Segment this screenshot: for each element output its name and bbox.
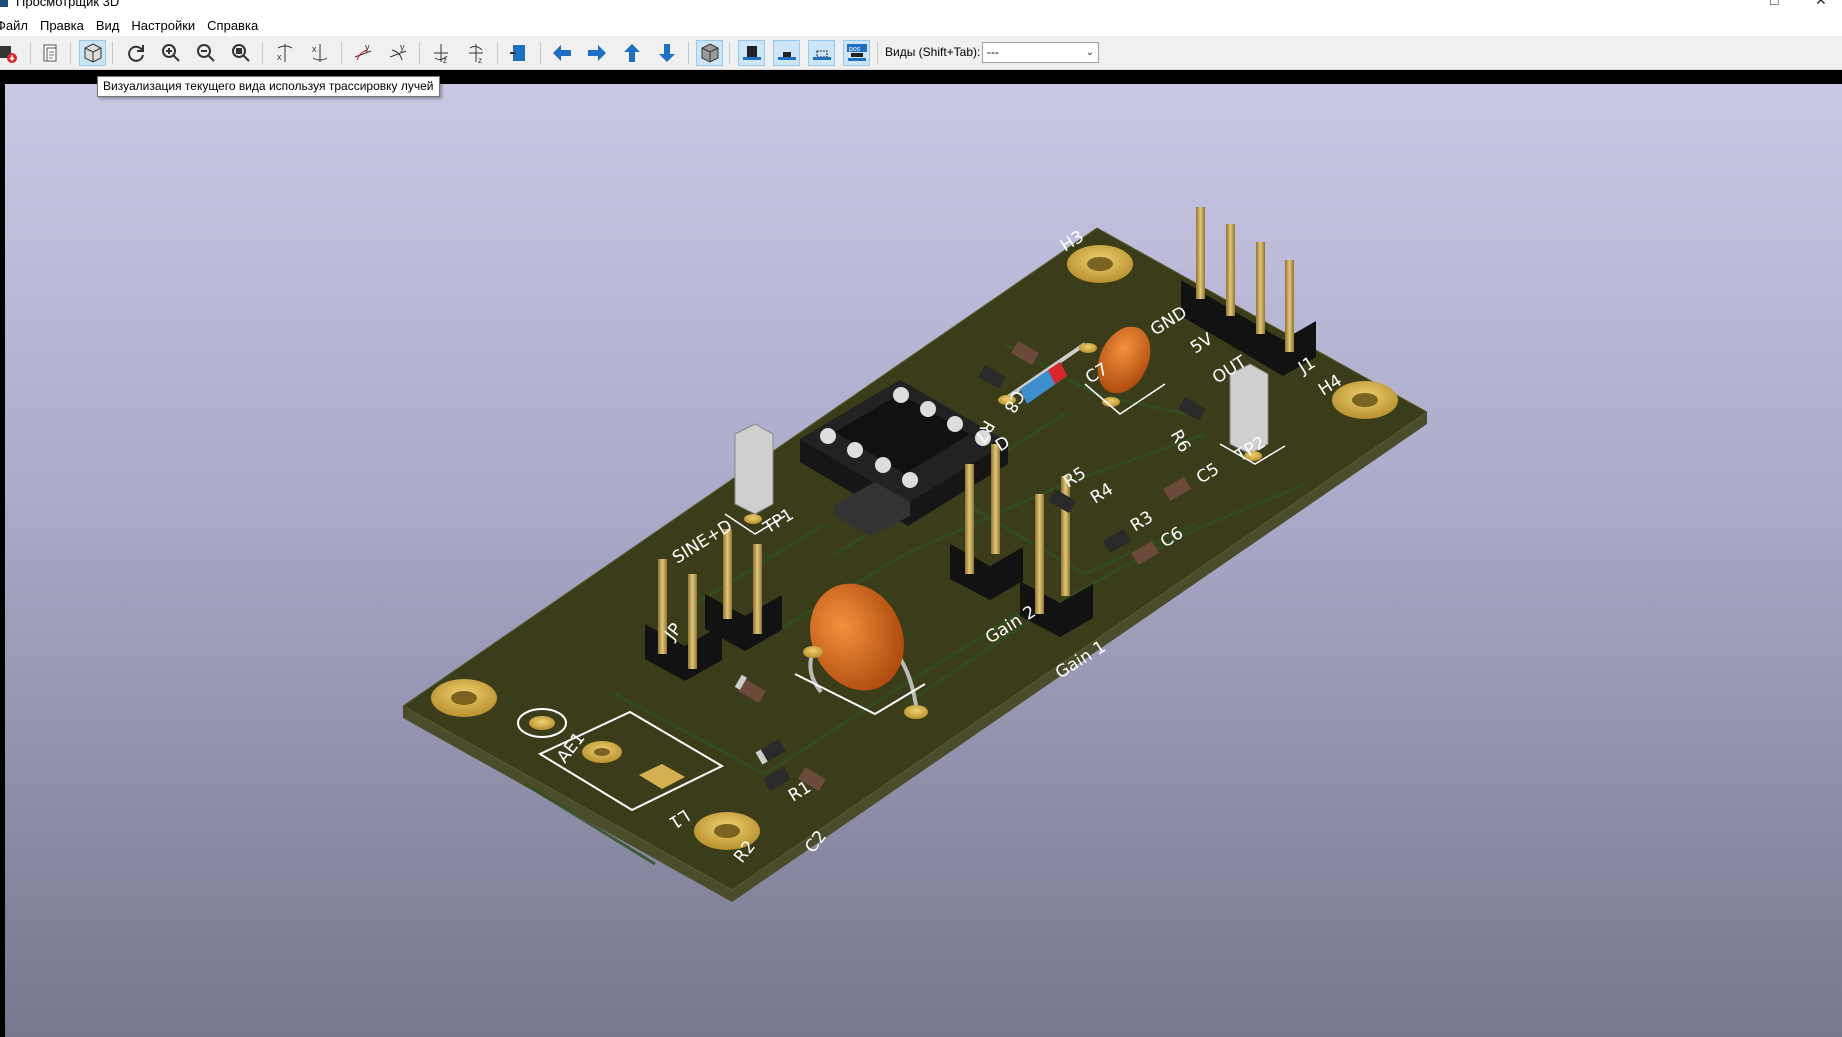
svg-text:z: z [478, 56, 482, 64]
smd-component-icon [777, 52, 796, 60]
export-image-icon [0, 46, 17, 63]
show-virtual-button[interactable] [808, 40, 835, 66]
tht-component-icon [742, 46, 761, 60]
zoom-fit-icon [231, 44, 250, 62]
flip-board-icon [509, 45, 525, 61]
views-select-value: --- [987, 45, 999, 59]
show-tht-button[interactable] [738, 40, 765, 66]
export-image-button[interactable] [0, 40, 21, 66]
maximize-button[interactable]: □ [1770, 0, 1778, 8]
menu-view[interactable]: Вид [90, 18, 126, 33]
ortho-cube-icon [701, 43, 718, 63]
cube-icon [84, 43, 101, 63]
raytrace-tooltip: Визуализация текущего вида используя тра… [97, 76, 440, 97]
move-left-button[interactable] [548, 40, 575, 66]
window-title: Просмотрщик 3D [16, 0, 120, 9]
zoom-in-button[interactable] [157, 40, 184, 66]
menu-bar: Файл Правка Вид Настройки Справка [0, 14, 1842, 36]
arrow-right-icon [587, 45, 606, 61]
copy-clipboard-button[interactable] [37, 40, 64, 66]
move-right-button[interactable] [583, 40, 610, 66]
rotate-z-cw-button[interactable]: z [427, 40, 454, 66]
svg-text:x: x [277, 52, 282, 62]
rotate-x-icon: x [312, 44, 327, 62]
zoom-out-icon [196, 44, 215, 62]
svg-text:y: y [365, 42, 370, 52]
raytrace-button[interactable] [79, 40, 106, 66]
menu-file[interactable]: Файл [0, 18, 34, 33]
svg-text:x: x [312, 44, 317, 54]
pcb-3d-render: JP SINE+D TP1 TP2 GND 5V OUT J1 H4 H3 R5… [402, 207, 1428, 902]
move-down-button[interactable] [653, 40, 680, 66]
views-select[interactable]: --- ⌄ [982, 42, 1099, 63]
show-not-in-posfile-button[interactable]: pos [843, 40, 870, 66]
zoom-fit-button[interactable] [227, 40, 254, 66]
pos-badge-label: pos [849, 46, 861, 53]
rotate-x-cw-button[interactable]: x [271, 40, 298, 66]
svg-text:z: z [443, 56, 447, 64]
arrow-down-icon [658, 44, 675, 62]
menu-settings[interactable]: Настройки [125, 18, 201, 33]
menu-edit[interactable]: Правка [34, 18, 90, 33]
rotate-z-icon: z [433, 44, 448, 64]
pcb-board [402, 227, 1428, 902]
clipboard-icon [43, 44, 56, 62]
zoom-out-button[interactable] [192, 40, 219, 66]
rotate-y-icon: y [354, 42, 371, 61]
arrow-up-icon [623, 44, 640, 62]
virtual-component-icon [812, 50, 831, 60]
chevron-down-icon: ⌄ [1085, 47, 1094, 58]
rotate-y-icon: y [389, 42, 406, 61]
reload-button[interactable] [122, 40, 149, 66]
menu-help[interactable]: Справка [201, 18, 264, 33]
title-bar: Просмотрщик 3D □ ✕ [0, 0, 1842, 14]
refresh-icon [127, 45, 144, 62]
zoom-in-icon [161, 44, 180, 62]
arrow-left-icon [552, 45, 571, 61]
move-up-button[interactable] [618, 40, 645, 66]
rotate-z-ccw-button[interactable]: z [462, 40, 489, 66]
rotate-y-cw-button[interactable]: y [349, 40, 376, 66]
flip-board-button[interactable] [505, 40, 532, 66]
rotate-x-icon: x [277, 44, 292, 62]
3d-viewport[interactable]: JP SINE+D TP1 TP2 GND 5V OUT J1 H4 H3 R5… [5, 84, 1842, 1037]
rotate-y-ccw-button[interactable]: y [384, 40, 411, 66]
show-smd-button[interactable] [773, 40, 800, 66]
svg-text:y: y [400, 42, 405, 52]
rotate-z-icon: z [468, 44, 483, 64]
views-label: Виды (Shift+Tab): [885, 45, 981, 59]
app-icon [0, 0, 8, 7]
rotate-x-ccw-button[interactable]: x [306, 40, 333, 66]
close-button[interactable]: ✕ [1815, 0, 1827, 9]
orthographic-button[interactable] [696, 40, 723, 66]
pos-file-icon: pos [846, 44, 867, 61]
